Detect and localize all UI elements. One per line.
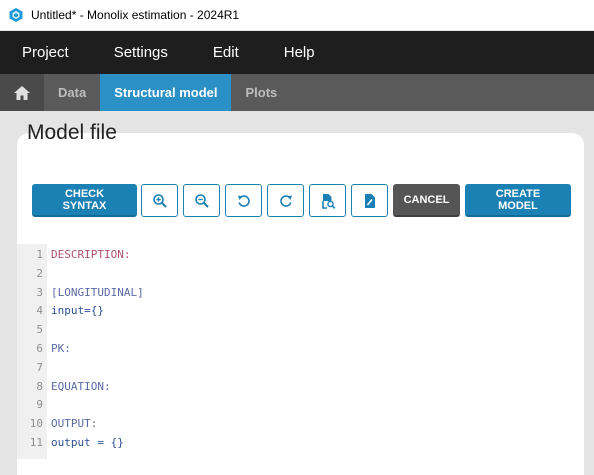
code-text: OUTPUT:	[51, 417, 98, 431]
search-file-icon	[321, 193, 335, 209]
line-number: 6	[36, 342, 43, 355]
line-number: 10	[29, 417, 43, 431]
home-icon	[14, 85, 30, 100]
code-editor[interactable]: 1 DESCRIPTION: 2 3 [LONGITUDINAL] 4 input={} 5 6…	[17, 244, 584, 459]
code-text: DESCRIPTION:	[51, 248, 131, 261]
undo-button[interactable]	[225, 184, 262, 217]
menu-bar: Project Settings Edit Help	[0, 31, 594, 74]
code-text: [LONGITUDINAL]	[51, 285, 144, 299]
check-syntax-button[interactable]: CHECK SYNTAX	[32, 184, 137, 217]
zoom-out-button[interactable]	[183, 184, 220, 217]
title-bar: Untitled* - Monolix estimation - 2024R1	[0, 0, 594, 31]
monolix-logo-icon	[9, 8, 23, 22]
menu-help[interactable]: Help	[262, 44, 338, 61]
edit-file-icon	[364, 193, 375, 208]
code-line[interactable]: 10 OUTPUT:	[17, 414, 98, 433]
code-line[interactable]: 4 input={}	[17, 301, 104, 320]
edit-file-button[interactable]	[351, 184, 388, 217]
code-line[interactable]: 1 DESCRIPTION:	[17, 245, 130, 264]
tab-bar: Data Structural model Plots	[0, 74, 594, 111]
search-file-button[interactable]	[309, 184, 346, 217]
window-title: Untitled* - Monolix estimation - 2024R1	[31, 8, 240, 22]
line-number: 11	[29, 436, 43, 449]
line-number: 9	[36, 398, 43, 412]
line-number: 7	[36, 360, 43, 374]
code-line[interactable]: 9	[17, 395, 51, 414]
tab-home[interactable]	[0, 74, 44, 111]
zoom-in-button[interactable]	[141, 184, 178, 217]
code-line[interactable]: 7	[17, 358, 51, 377]
code-text: input={}	[51, 304, 104, 318]
line-number: 2	[36, 266, 43, 280]
cancel-button[interactable]: CANCEL	[393, 184, 460, 217]
code-text: PK:	[51, 342, 71, 355]
tab-structural-model[interactable]: Structural model	[100, 74, 232, 111]
code-line[interactable]: 5	[17, 320, 51, 339]
code-line[interactable]: 3 [LONGITUDINAL]	[17, 283, 144, 302]
page-title: Model file	[27, 121, 117, 144]
editor-toolbar: CHECK SYNTAX CANCEL CREATE MODEL	[32, 184, 571, 217]
menu-settings[interactable]: Settings	[92, 44, 191, 61]
code-line[interactable]: 8 EQUATION:	[17, 377, 111, 396]
zoom-in-icon	[152, 193, 167, 208]
line-number: 8	[36, 379, 43, 393]
line-number: 4	[36, 304, 43, 318]
tab-data[interactable]: Data	[44, 74, 100, 111]
redo-button[interactable]	[267, 184, 304, 217]
line-number: 5	[36, 323, 43, 337]
tab-plots[interactable]: Plots	[231, 74, 291, 111]
redo-icon	[279, 194, 292, 207]
code-line[interactable]: 6 PK:	[17, 339, 71, 358]
code-line[interactable]: 11 output = {}	[17, 433, 124, 452]
code-line[interactable]: 2	[17, 264, 51, 283]
code-text: EQUATION:	[51, 379, 111, 393]
line-number: 1	[36, 248, 43, 261]
line-number: 3	[36, 285, 43, 299]
menu-project[interactable]: Project	[0, 44, 92, 61]
menu-edit[interactable]: Edit	[191, 44, 262, 61]
code-text: output = {}	[51, 436, 124, 449]
undo-icon	[237, 194, 250, 207]
create-model-button[interactable]: CREATE MODEL	[465, 184, 571, 217]
zoom-out-icon	[194, 193, 209, 208]
